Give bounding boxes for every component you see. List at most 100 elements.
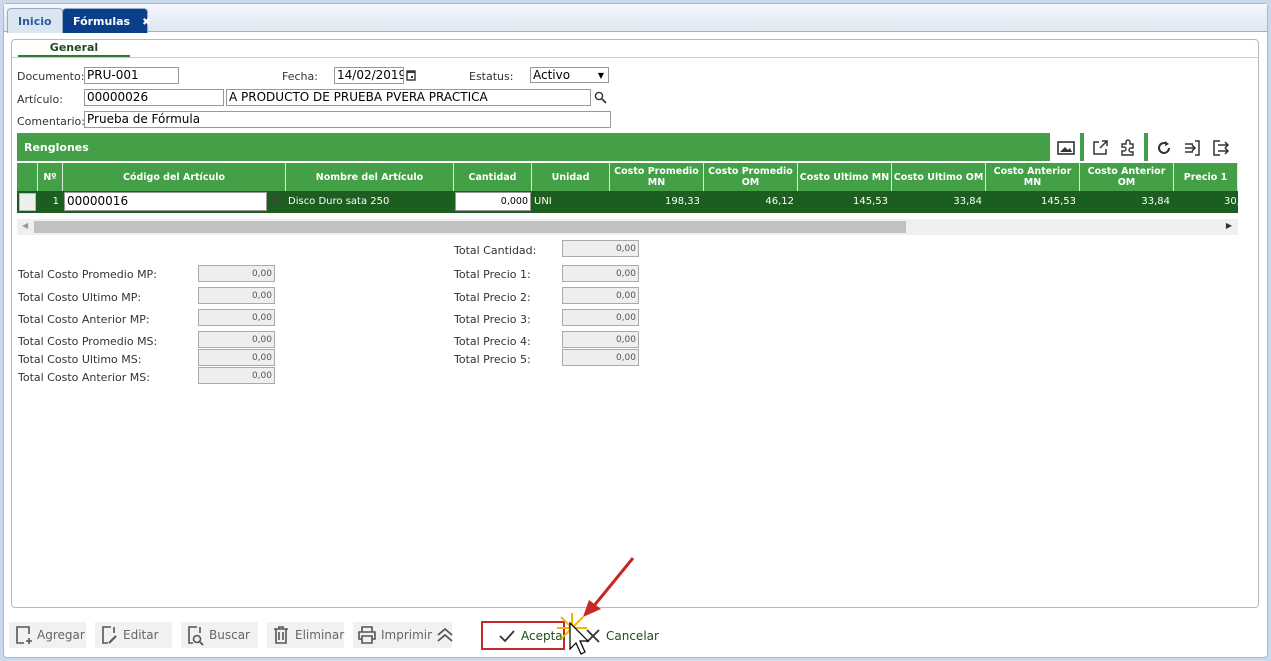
divider (1080, 133, 1084, 161)
printer-icon (358, 626, 376, 644)
eliminar-button[interactable]: Eliminar (267, 622, 344, 648)
row-select[interactable] (17, 191, 38, 213)
unidad-cell: UNI (532, 191, 610, 213)
costo-promedio-om-cell: 46,12 (704, 191, 798, 213)
total-label: Total Precio 4: (454, 335, 531, 348)
row-number: 1 (38, 191, 63, 213)
estatus-label: Estatus: (469, 70, 514, 83)
scroll-right-icon[interactable]: ▶ (1226, 221, 1232, 230)
calendar-icon[interactable] (406, 69, 416, 81)
total-value: 0,00 (198, 331, 275, 348)
estatus-select[interactable]: Activo ▼ (530, 67, 609, 83)
total-value: 0,00 (562, 265, 639, 282)
total-value: 0,00 (562, 287, 639, 304)
costo-ultimo-om-cell: 33,84 (892, 191, 986, 213)
tab-general[interactable]: General (18, 41, 130, 57)
estatus-value: Activo (533, 68, 571, 82)
grid-title: Renglones (17, 133, 1050, 161)
precio-1-cell: 30,0 (1174, 191, 1238, 213)
total-value: 0,00 (562, 309, 639, 326)
total-value: 0,00 (198, 367, 275, 384)
button-label: Imprimir (381, 628, 433, 642)
comentario-label: Comentario: (17, 115, 85, 128)
select-column-header (17, 163, 38, 191)
total-cantidad-value: 0,00 (562, 240, 639, 257)
total-label: Total Precio 3: (454, 313, 531, 326)
import-icon[interactable] (1181, 137, 1203, 159)
total-label: Total Costo Promedio MS: (18, 335, 158, 348)
tab-bar: Inicio Fórmulas ✖ (4, 4, 1267, 33)
button-label: Editar (123, 628, 159, 642)
total-label: Total Precio 5: (454, 353, 531, 366)
scroll-left-icon[interactable]: ◀ (22, 221, 28, 230)
total-value: 0,00 (562, 331, 639, 348)
codigo-input[interactable]: 00000016 (64, 192, 267, 211)
column-header[interactable]: Código del Artículo (63, 163, 286, 191)
articulo-code-input[interactable]: 00000026 (84, 89, 224, 106)
check-icon (499, 630, 515, 643)
edit-document-icon (102, 626, 117, 644)
total-label: Total Costo Ultimo MS: (18, 353, 142, 366)
articulo-label: Artículo: (17, 93, 63, 106)
puzzle-icon[interactable] (1117, 137, 1139, 159)
column-header[interactable]: Costo Promedio OM (704, 163, 798, 191)
documento-label: Documento: (17, 70, 85, 83)
total-value: 0,00 (562, 349, 639, 366)
refresh-icon[interactable] (1153, 137, 1175, 159)
fecha-input[interactable]: 14/02/2019 (334, 67, 404, 84)
total-label: Total Costo Anterior MP: (18, 313, 150, 326)
documento-input[interactable]: PRU-001 (84, 67, 179, 84)
column-header[interactable]: Cantidad (454, 163, 532, 191)
trash-icon (274, 626, 288, 644)
tab-inicio[interactable]: Inicio (7, 8, 63, 33)
costo-ultimo-mn-cell: 145,53 (798, 191, 892, 213)
horizontal-scrollbar[interactable]: ◀ ▶ (17, 219, 1238, 235)
column-header[interactable]: Unidad (532, 163, 610, 191)
tab-label: Fórmulas (73, 15, 131, 28)
buscar-button[interactable]: Buscar (181, 622, 258, 648)
divider (12, 57, 1259, 58)
editar-button[interactable]: Editar (95, 622, 172, 648)
column-header[interactable]: Nombre del Artículo (286, 163, 454, 191)
total-value: 0,00 (198, 265, 275, 282)
chevron-up-double-icon[interactable] (436, 627, 454, 643)
divider (1144, 133, 1148, 161)
costo-anterior-om-cell: 33,84 (1080, 191, 1174, 213)
search-icon[interactable] (270, 195, 282, 207)
button-label: Buscar (209, 628, 250, 642)
chevron-down-icon: ▼ (597, 71, 604, 80)
precio-1-value: 30,0 (1224, 196, 1238, 207)
comentario-input[interactable]: Prueba de Fórmula (84, 111, 611, 128)
external-link-icon[interactable] (1089, 137, 1111, 159)
column-header[interactable]: Precio 1 (1174, 163, 1238, 191)
column-header[interactable]: Nº (38, 163, 63, 191)
button-label: Eliminar (295, 628, 345, 642)
tab-formulas[interactable]: Fórmulas ✖ (62, 8, 150, 33)
search-icon[interactable] (594, 91, 607, 104)
scrollbar-thumb[interactable] (34, 221, 906, 233)
close-icon[interactable]: ✖ (142, 17, 150, 28)
cantidad-input[interactable]: 0,000 (455, 192, 531, 211)
annotation-arrow-cursor (557, 557, 635, 655)
column-header[interactable]: Costo Promedio MN (610, 163, 704, 191)
total-value: 0,00 (198, 309, 275, 326)
costo-anterior-mn-cell: 145,53 (986, 191, 1080, 213)
total-label: Total Precio 1: (454, 268, 531, 281)
column-header[interactable]: Costo Anterior MN (986, 163, 1080, 191)
agregar-button[interactable]: Agregar (9, 622, 86, 648)
total-label: Total Costo Ultimo MP: (18, 291, 142, 304)
export-icon[interactable] (1210, 137, 1232, 159)
column-header[interactable]: Costo Ultimo MN (798, 163, 892, 191)
search-document-icon (188, 626, 204, 646)
costo-promedio-mn-cell: 198,33 (610, 191, 704, 213)
image-icon[interactable] (1055, 137, 1077, 159)
codigo-cell[interactable]: 00000016 (63, 191, 286, 213)
cantidad-cell[interactable]: 0,000 (454, 191, 532, 213)
column-header[interactable]: Costo Anterior OM (1080, 163, 1174, 191)
total-value: 0,00 (198, 349, 275, 366)
tab-label: Inicio (18, 15, 52, 28)
total-value: 0,00 (198, 287, 275, 304)
articulo-name-input[interactable]: A PRODUCTO DE PRUEBA PVERA PRACTICA (226, 89, 591, 106)
column-header[interactable]: Costo Ultimo OM (892, 163, 986, 191)
imprimir-button[interactable]: Imprimir (353, 622, 454, 648)
